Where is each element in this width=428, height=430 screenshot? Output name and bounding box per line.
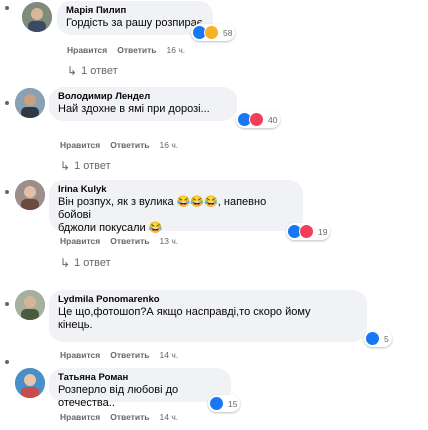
- like-link[interactable]: Нравится: [60, 140, 100, 150]
- like-reaction-icon: [209, 396, 224, 411]
- reaction-count: 15: [228, 398, 238, 409]
- comment-time[interactable]: 16 ч.: [167, 45, 186, 55]
- comment-actions: Нравится Ответить 16 ч.: [60, 140, 178, 150]
- comment-actions: Нравится Ответить 14 ч.: [60, 350, 178, 360]
- reaction-count: 5: [384, 333, 389, 344]
- comment-author[interactable]: Татьяна Роман: [58, 372, 222, 384]
- reply-link[interactable]: Ответить: [110, 236, 149, 246]
- avatar[interactable]: [15, 368, 45, 398]
- dot: [5, 190, 9, 194]
- angry-reaction-icon: [204, 25, 219, 40]
- comment-actions: Нравится Ответить 16 ч.: [67, 45, 185, 55]
- dot: [5, 360, 9, 364]
- comment-time[interactable]: 16 ч.: [160, 140, 179, 150]
- avatar[interactable]: [15, 180, 45, 210]
- comment-time[interactable]: 14 ч.: [160, 350, 179, 360]
- like-link[interactable]: Нравится: [60, 412, 100, 422]
- reply-link[interactable]: Ответить: [110, 412, 149, 422]
- comment-author[interactable]: Irina Kulyk: [58, 184, 294, 196]
- side-dots: [5, 0, 9, 430]
- love-reaction-icon: [299, 224, 314, 239]
- replies-count: 1 ответ: [81, 65, 118, 77]
- replies-link[interactable]: ↳ 1 ответ: [67, 64, 118, 78]
- reply-link[interactable]: Ответить: [110, 350, 149, 360]
- like-reaction-icon: [365, 331, 380, 346]
- replies-link[interactable]: ↳ 1 ответ: [60, 159, 111, 173]
- comment-author[interactable]: Володимир Лендел: [58, 91, 228, 103]
- reply-arrow-icon: ↳: [67, 64, 78, 78]
- dot: [5, 6, 9, 10]
- love-reaction-icon: [249, 112, 264, 127]
- comment-text: Най здохне в ямі при дорозі...: [58, 103, 210, 115]
- reaction-summary[interactable]: 5: [364, 330, 392, 347]
- replies-count: 1 ответ: [74, 257, 111, 269]
- comment-bubble: Татьяна Роман Розперло від любові до оте…: [49, 368, 231, 409]
- reply-arrow-icon: ↳: [60, 159, 71, 173]
- comment-actions: Нравится Ответить 13 ч.: [60, 236, 178, 246]
- reaction-count: 40: [268, 114, 278, 125]
- comment-text-line: Це що,фотошоп?А якщо насправді,то скоро …: [58, 306, 311, 318]
- reaction-count: 19: [318, 226, 328, 237]
- like-link[interactable]: Нравится: [60, 350, 100, 360]
- replies-count: 1 ответ: [74, 160, 111, 172]
- comment-time[interactable]: 14 ч.: [160, 412, 179, 422]
- reaction-summary[interactable]: 40: [236, 111, 281, 128]
- replies-link[interactable]: ↳ 1 ответ: [60, 256, 111, 270]
- reaction-summary[interactable]: 58: [191, 24, 236, 41]
- comment-text-line: бджоли покусали 😂: [58, 222, 163, 234]
- comment-text-line: Він розпух, як з вулика 😂😂😂, напевно бой…: [58, 196, 267, 221]
- dot: [5, 101, 9, 105]
- comment-author[interactable]: Марія Пилип: [66, 5, 204, 17]
- comment-bubble: Lydmila Ponomarenko Це що,фотошоп?А якщо…: [49, 290, 367, 342]
- comment-time[interactable]: 13 ч.: [160, 236, 179, 246]
- comment-actions: Нравится Ответить 14 ч.: [60, 412, 178, 422]
- reply-link[interactable]: Ответить: [110, 140, 149, 150]
- reply-link[interactable]: Ответить: [117, 45, 156, 55]
- comment-bubble: Володимир Лендел Най здохне в ямі при до…: [49, 87, 237, 121]
- comment-text: Розперло від любові до отечества..: [58, 384, 179, 409]
- like-link[interactable]: Нравится: [60, 236, 100, 246]
- comment-text-line: кінець.: [58, 319, 93, 331]
- avatar[interactable]: [15, 290, 45, 320]
- comment-bubble: Irina Kulyk Він розпух, як з вулика 😂😂😂,…: [49, 180, 303, 234]
- comment-author[interactable]: Lydmila Ponomarenko: [58, 294, 358, 306]
- reply-arrow-icon: ↳: [60, 256, 71, 270]
- avatar[interactable]: [22, 2, 52, 32]
- like-link[interactable]: Нравится: [67, 45, 107, 55]
- dot: [5, 302, 9, 306]
- comment-bubble: Марія Пилип Гордість за рашу розпирає: [57, 1, 213, 35]
- reaction-summary[interactable]: 15: [208, 395, 241, 412]
- avatar[interactable]: [15, 88, 45, 118]
- reaction-count: 58: [223, 27, 233, 38]
- comment-text: Гордість за рашу розпирає: [66, 17, 203, 29]
- reaction-summary[interactable]: 19: [286, 223, 331, 240]
